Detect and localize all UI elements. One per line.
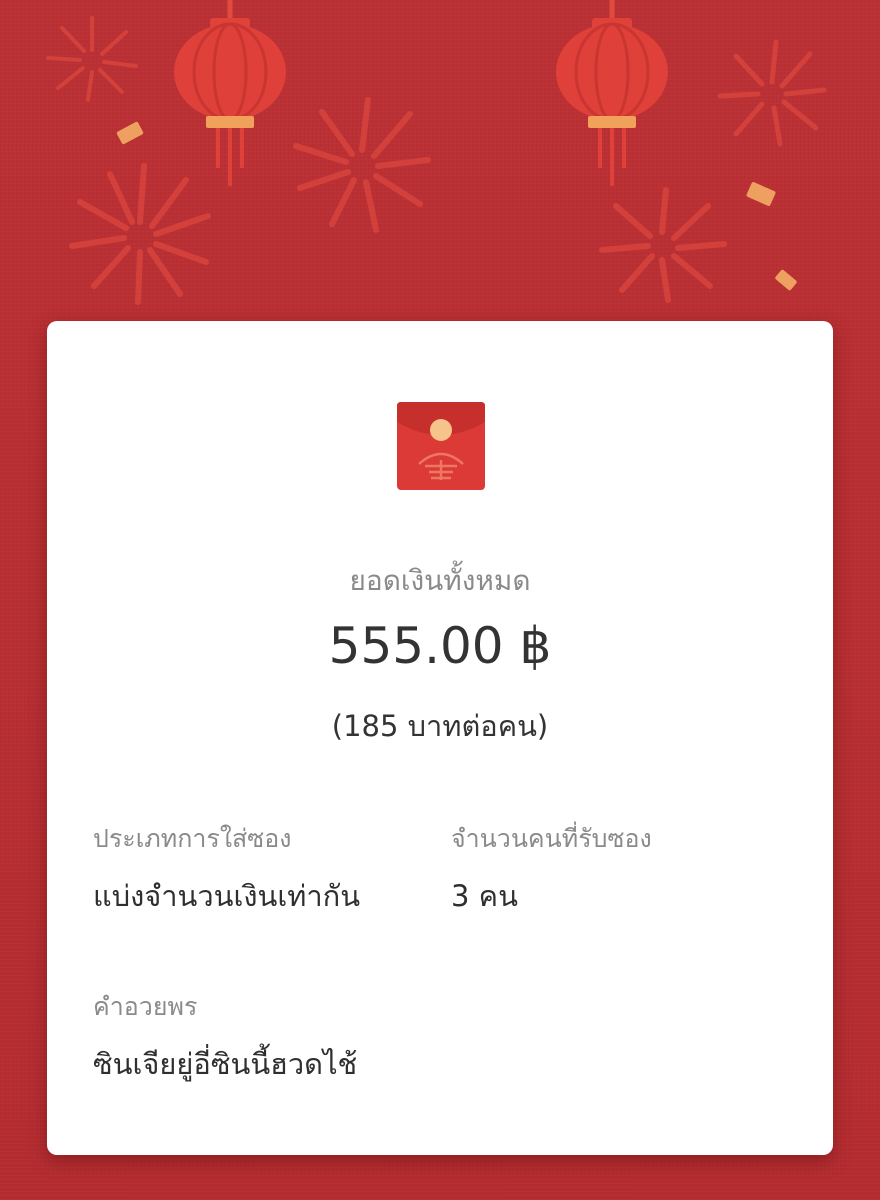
- recipients-value: 3 คน: [451, 879, 518, 913]
- lantern-icon: [174, 0, 286, 186]
- firework-icon: [293, 97, 431, 233]
- packet-type-value: แบ่งจำนวนเงินเท่ากัน: [93, 879, 361, 913]
- header-decoration: [46, 0, 827, 305]
- greeting-label: คำอวยพร: [93, 992, 198, 1021]
- red-envelope-icon: [397, 402, 485, 490]
- lantern-icon: [556, 0, 668, 186]
- packet-type-label: ประเภทการใส่ซอง: [93, 824, 292, 853]
- firework-icon: [717, 39, 827, 147]
- firework-icon: [46, 16, 138, 102]
- red-packet-card: ยอดเงินทั้งหมด 555.00 ฿ (185 บาทต่อคน) ป…: [47, 321, 833, 1155]
- greeting-message: ซินเจียยู่อี่ซินนี้ฮวดไช้: [93, 1047, 358, 1081]
- firework-icon: [69, 163, 211, 305]
- amount-per-person: (185 บาทต่อคน): [331, 709, 549, 743]
- firework-icon: [599, 187, 727, 303]
- total-amount-value: 555.00 ฿: [328, 617, 552, 675]
- recipients-label: จำนวนคนที่รับซอง: [451, 824, 652, 853]
- total-amount-label: ยอดเงินทั้งหมด: [349, 564, 531, 597]
